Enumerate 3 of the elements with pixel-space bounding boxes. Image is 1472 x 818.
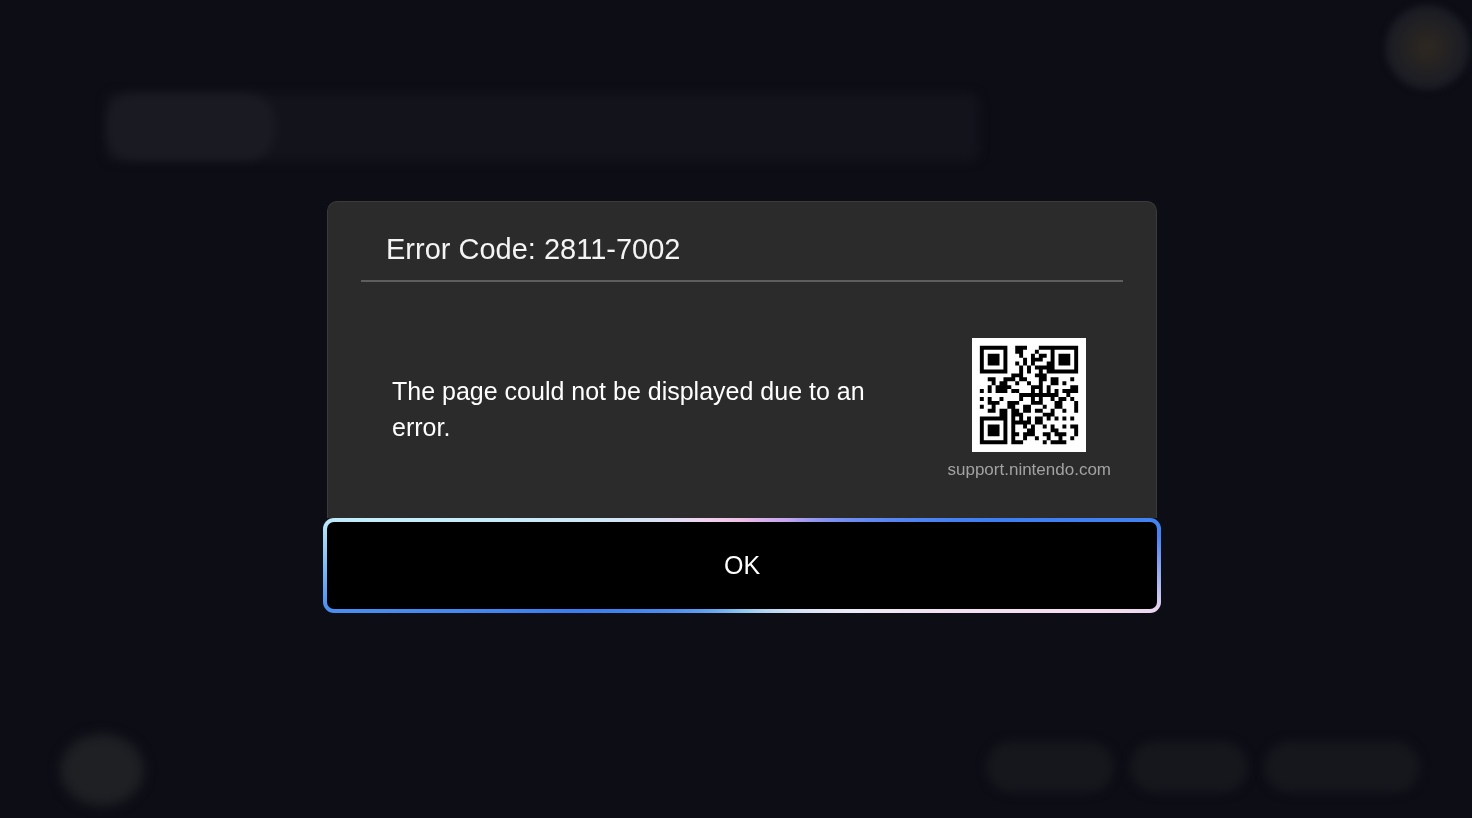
support-url: support.nintendo.com [947, 460, 1111, 480]
error-code-title: Error Code: 2811-7002 [386, 232, 682, 266]
error-message: The page could not be displayed due to an error. [392, 376, 866, 443]
